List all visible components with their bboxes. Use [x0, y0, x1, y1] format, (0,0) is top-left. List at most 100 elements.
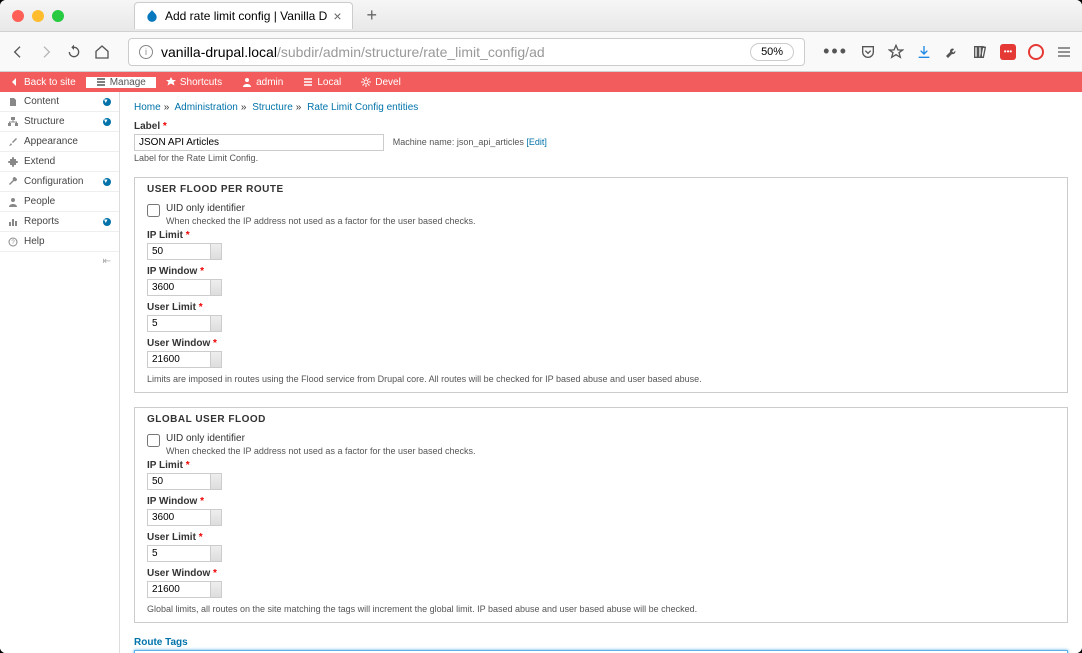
global-user-window-label: User Window * — [147, 568, 1055, 579]
toolbar-back-to-site[interactable]: Back to site — [0, 77, 86, 88]
new-tab-button[interactable]: + — [367, 5, 378, 26]
nav-reload-icon[interactable] — [66, 44, 82, 60]
global-ip-limit-label: IP Limit * — [147, 460, 1055, 471]
main-content: Home» Administration» Structure» Rate Li… — [120, 92, 1082, 653]
gear-icon — [361, 77, 371, 87]
tab-title: Add rate limit config | Vanilla D — [165, 9, 327, 23]
global-ip-window-input[interactable] — [147, 509, 222, 526]
sidebar-item-content[interactable]: Content — [0, 92, 119, 112]
sidebar-item-help[interactable]: ?Help — [0, 232, 119, 252]
chevron-down-icon — [103, 98, 111, 106]
hierarchy-icon — [8, 117, 18, 127]
global-uid-only-label: UID only identifier — [166, 433, 476, 444]
uid-only-help: When checked the IP address not used as … — [166, 216, 476, 226]
sidebar-collapse[interactable]: ⇤ — [0, 252, 119, 271]
window-minimize[interactable] — [32, 10, 44, 22]
global-ip-window-label: IP Window * — [147, 496, 1055, 507]
route-tags-label: Route Tags — [134, 637, 1068, 648]
sidebar-item-structure[interactable]: Structure — [0, 112, 119, 132]
global-ip-limit-input[interactable] — [147, 473, 222, 490]
global-uid-only-help: When checked the IP address not used as … — [166, 446, 476, 456]
sidebar-item-people[interactable]: People — [0, 192, 119, 212]
window-zoom[interactable] — [52, 10, 64, 22]
admin-toolbar: Back to site Manage Shortcuts admin Loca… — [0, 72, 1082, 92]
devtools-icon[interactable] — [944, 44, 960, 60]
ip-window-input[interactable] — [147, 279, 222, 296]
chevron-down-icon — [103, 218, 111, 226]
hamburger-icon — [96, 77, 106, 87]
brush-icon — [8, 137, 18, 147]
breadcrumb-structure[interactable]: Structure — [252, 102, 293, 113]
menu-icon[interactable] — [1056, 44, 1072, 60]
global-flood-help: Global limits, all routes on the site ma… — [147, 604, 1055, 614]
bookmark-star-icon[interactable] — [888, 44, 904, 60]
opera-icon[interactable] — [1028, 44, 1044, 60]
nav-forward-icon[interactable] — [38, 44, 54, 60]
zoom-level[interactable]: 50% — [750, 43, 794, 61]
sidebar-item-extend[interactable]: Extend — [0, 152, 119, 172]
drupal-favicon — [145, 9, 159, 23]
help-icon: ? — [8, 237, 18, 247]
user-limit-label: User Limit * — [147, 302, 1055, 313]
label-input[interactable] — [134, 134, 384, 151]
global-user-window-input[interactable] — [147, 581, 222, 598]
chevron-down-icon — [103, 118, 111, 126]
global-user-limit-input[interactable] — [147, 545, 222, 562]
sidebar-item-reports[interactable]: Reports — [0, 212, 119, 232]
toolbar-devel[interactable]: Devel — [351, 77, 411, 88]
uid-only-checkbox[interactable] — [147, 204, 160, 217]
toolbar-manage[interactable]: Manage — [86, 77, 156, 88]
user-flood-legend: USER FLOOD PER ROUTE — [147, 184, 1055, 195]
pocket-icon[interactable] — [860, 44, 876, 60]
ip-limit-input[interactable] — [147, 243, 222, 260]
site-info-icon[interactable]: i — [139, 45, 153, 59]
user-limit-input[interactable] — [147, 315, 222, 332]
puzzle-icon — [8, 157, 18, 167]
label-help: Label for the Rate Limit Config. — [134, 153, 1068, 163]
admin-sidebar: Content Structure Appearance Extend Conf… — [0, 92, 120, 653]
sidebar-item-appearance[interactable]: Appearance — [0, 132, 119, 152]
list-icon — [303, 77, 313, 87]
chart-icon — [8, 217, 18, 227]
library-icon[interactable] — [972, 44, 988, 60]
global-user-limit-label: User Limit * — [147, 532, 1055, 543]
ip-limit-label: IP Limit * — [147, 230, 1055, 241]
downloads-icon[interactable] — [916, 44, 932, 60]
nav-back-icon[interactable] — [10, 44, 26, 60]
window-close[interactable] — [12, 10, 24, 22]
browser-navbar: i vanilla-drupal.local/subdir/admin/stru… — [0, 32, 1082, 72]
sidebar-item-configuration[interactable]: Configuration — [0, 172, 119, 192]
window-titlebar: Add rate limit config | Vanilla D × + — [0, 0, 1082, 32]
machine-name-edit[interactable]: [Edit] — [526, 137, 547, 147]
extension-badge-icon[interactable]: ••• — [1000, 44, 1016, 60]
global-flood-fieldset: GLOBAL USER FLOOD UID only identifier Wh… — [134, 407, 1068, 623]
machine-name-text: Machine name: json_api_articles [Edit] — [393, 137, 547, 147]
url-bar[interactable]: i vanilla-drupal.local/subdir/admin/stru… — [128, 38, 805, 66]
tab-close-icon[interactable]: × — [333, 8, 341, 24]
url-text: vanilla-drupal.local/subdir/admin/struct… — [161, 44, 545, 60]
file-icon — [8, 97, 18, 107]
user-window-input[interactable] — [147, 351, 222, 368]
toolbar-shortcuts[interactable]: Shortcuts — [156, 77, 232, 88]
user-icon — [8, 197, 18, 207]
global-uid-only-checkbox[interactable] — [147, 434, 160, 447]
breadcrumb-admin[interactable]: Administration — [174, 102, 237, 113]
breadcrumb: Home» Administration» Structure» Rate Li… — [134, 102, 1068, 113]
toolbar-local[interactable]: Local — [293, 77, 351, 88]
ip-window-label: IP Window * — [147, 266, 1055, 277]
browser-tab[interactable]: Add rate limit config | Vanilla D × — [134, 2, 353, 29]
breadcrumb-home[interactable]: Home — [134, 102, 161, 113]
user-window-label: User Window * — [147, 338, 1055, 349]
chevron-down-icon — [103, 178, 111, 186]
star-icon — [166, 77, 176, 87]
user-flood-fieldset: USER FLOOD PER ROUTE UID only identifier… — [134, 177, 1068, 393]
user-icon — [242, 77, 252, 87]
page-actions-icon[interactable]: ••• — [823, 41, 848, 62]
label-field-label: Label * — [134, 121, 1068, 132]
nav-home-icon[interactable] — [94, 44, 110, 60]
toolbar-admin-user[interactable]: admin — [232, 77, 293, 88]
breadcrumb-entities[interactable]: Rate Limit Config entities — [307, 102, 418, 113]
wrench-icon — [8, 177, 18, 187]
arrow-left-icon — [10, 77, 20, 87]
global-flood-legend: GLOBAL USER FLOOD — [147, 414, 1055, 425]
